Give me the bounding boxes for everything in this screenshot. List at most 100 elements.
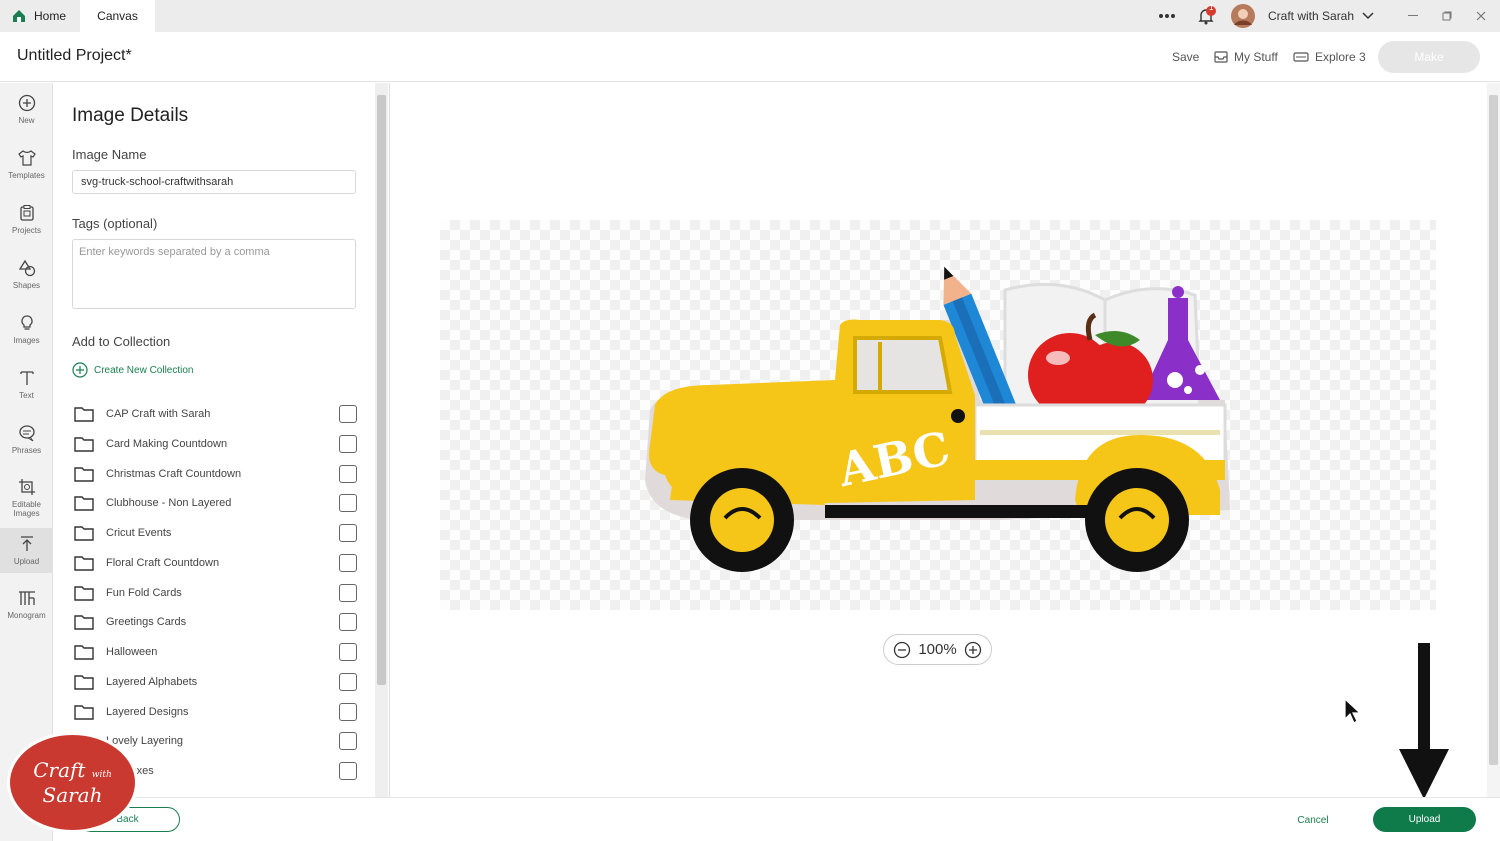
folder-icon [74, 526, 94, 541]
toolbar-editable-images[interactable]: Editable Images [0, 468, 53, 528]
toolbar-new[interactable]: New [0, 83, 53, 135]
school-truck-image: ABC [645, 266, 1230, 572]
zoom-in-icon[interactable] [964, 641, 982, 659]
notification-bell-icon[interactable]: 1 [1196, 0, 1216, 32]
machine-icon [1293, 52, 1309, 62]
tab-home[interactable]: Home [0, 0, 80, 32]
zoom-level: 100% [918, 641, 957, 658]
my-stuff-label: My Stuff [1234, 50, 1278, 64]
collection-checkbox[interactable] [339, 672, 357, 691]
upload-button[interactable]: Upload [1373, 807, 1476, 832]
collection-name: Christmas Craft Countdown [106, 467, 242, 480]
collection-row[interactable]: Fun Fold Cards [74, 578, 357, 608]
mouse-cursor-icon [1344, 697, 1362, 724]
cancel-button[interactable]: Cancel [1283, 810, 1343, 830]
collection-name: Layered Alphabets [106, 675, 198, 688]
collection-name: Greetings Cards [106, 616, 187, 629]
collection-checkbox[interactable] [339, 524, 357, 542]
collection-checkbox[interactable] [339, 702, 357, 721]
image-details-panel: Image Details Image Name Tags (optional)… [53, 83, 388, 797]
toolbar-text[interactable]: Text [0, 358, 53, 410]
toolbar-images[interactable]: Images [0, 303, 53, 355]
user-menu[interactable]: Craft with Sarah [1268, 0, 1374, 32]
more-options-icon[interactable] [1158, 0, 1176, 32]
collection-row[interactable]: Floral Craft Countdown [74, 548, 357, 578]
image-name-label: Image Name [72, 147, 147, 162]
collection-row[interactable]: Card Making Countdown [74, 429, 357, 459]
speech-bubble-icon [18, 424, 35, 441]
folder-icon [74, 704, 94, 720]
home-icon [13, 10, 25, 22]
chevron-down-icon [1362, 12, 1374, 20]
folder-icon [74, 466, 94, 482]
toolbar-images-label: Images [13, 335, 40, 345]
zoom-out-icon[interactable] [893, 641, 911, 659]
tab-home-label: Home [34, 9, 67, 23]
collection-name: Clubhouse - Non Layered [106, 497, 232, 510]
maximize-icon[interactable] [1442, 0, 1452, 32]
toolbar-shapes[interactable]: Shapes [0, 248, 53, 300]
collection-row[interactable]: Christmas Craft Countdown [74, 459, 357, 489]
collection-row[interactable]: Greetings Cards [74, 607, 357, 637]
collection-checkbox[interactable] [339, 405, 357, 423]
make-button[interactable]: Make [1378, 41, 1480, 73]
folder-icon [74, 437, 94, 452]
collection-row[interactable]: CAP Craft with Sarah [74, 399, 357, 429]
user-avatar[interactable] [1230, 0, 1256, 32]
collection-row[interactable]: Clubhouse - Non Layered [74, 488, 357, 518]
user-name: Craft with Sarah [1268, 9, 1355, 23]
toolbar-shapes-label: Shapes [12, 280, 41, 290]
toolbar-phrases[interactable]: Phrases [0, 413, 53, 465]
zoom-control: 100% [883, 634, 992, 665]
back-label: Back [116, 814, 139, 825]
toolbar-templates[interactable]: Templates [0, 138, 53, 190]
toolbar-monogram[interactable]: Monogram [0, 578, 53, 630]
tab-canvas[interactable]: Canvas [80, 0, 155, 32]
image-preview: ABC [440, 220, 1436, 610]
close-window-icon[interactable] [1476, 0, 1486, 32]
folder-icon [74, 556, 94, 571]
create-new-collection-button[interactable]: Create New Collection [72, 362, 194, 378]
notification-count: 1 [1209, 3, 1214, 12]
panel-scrollbar-thumb[interactable] [377, 95, 386, 685]
save-button[interactable]: Save [1172, 50, 1199, 64]
collection-checkbox[interactable] [339, 553, 357, 572]
collection-checkbox[interactable] [339, 732, 357, 751]
collection-row[interactable]: Halloween [74, 637, 357, 667]
toolbar-upload[interactable]: Upload [0, 528, 53, 573]
collection-checkbox[interactable] [339, 762, 357, 780]
toolbar-new-label: New [18, 115, 35, 125]
collection-row[interactable]: Layered Designs [74, 697, 357, 727]
collection-checkbox[interactable] [339, 434, 357, 453]
tab-canvas-label: Canvas [97, 9, 138, 23]
toolbar-projects[interactable]: Projects [0, 193, 53, 245]
collection-checkbox[interactable] [339, 464, 357, 483]
collection-name: Halloween [106, 646, 158, 658]
folder-icon [74, 645, 94, 660]
shapes-icon [18, 259, 35, 276]
inbox-icon [1214, 51, 1228, 63]
plus-circle-icon [18, 94, 35, 111]
machine-select-button[interactable]: Explore 3 [1293, 50, 1366, 64]
shirt-icon [17, 149, 36, 166]
save-label: Save [1172, 50, 1200, 64]
add-to-collection-label: Add to Collection [72, 334, 171, 349]
collection-checkbox[interactable] [339, 494, 357, 513]
folder-icon [74, 407, 94, 422]
collection-checkbox[interactable] [339, 613, 357, 632]
canvas-scrollbar-thumb[interactable] [1489, 95, 1498, 765]
make-label: Make [1414, 50, 1444, 64]
toolbar-editable-images-label: Editable Images [12, 500, 41, 518]
minimize-icon[interactable] [1408, 0, 1418, 32]
tags-input[interactable] [72, 239, 356, 309]
my-stuff-button[interactable]: My Stuff [1214, 50, 1278, 64]
collection-name: CAP Craft with Sarah [106, 408, 211, 420]
collection-checkbox[interactable] [339, 643, 357, 661]
image-name-input[interactable] [72, 170, 356, 194]
folder-icon [74, 585, 94, 601]
collection-checkbox[interactable] [339, 583, 357, 602]
collection-row[interactable]: Layered Alphabets [74, 667, 357, 697]
collection-row[interactable]: Cricut Events [74, 518, 357, 548]
folder-icon [74, 615, 94, 630]
toolbar-phrases-label: Phrases [11, 445, 42, 455]
